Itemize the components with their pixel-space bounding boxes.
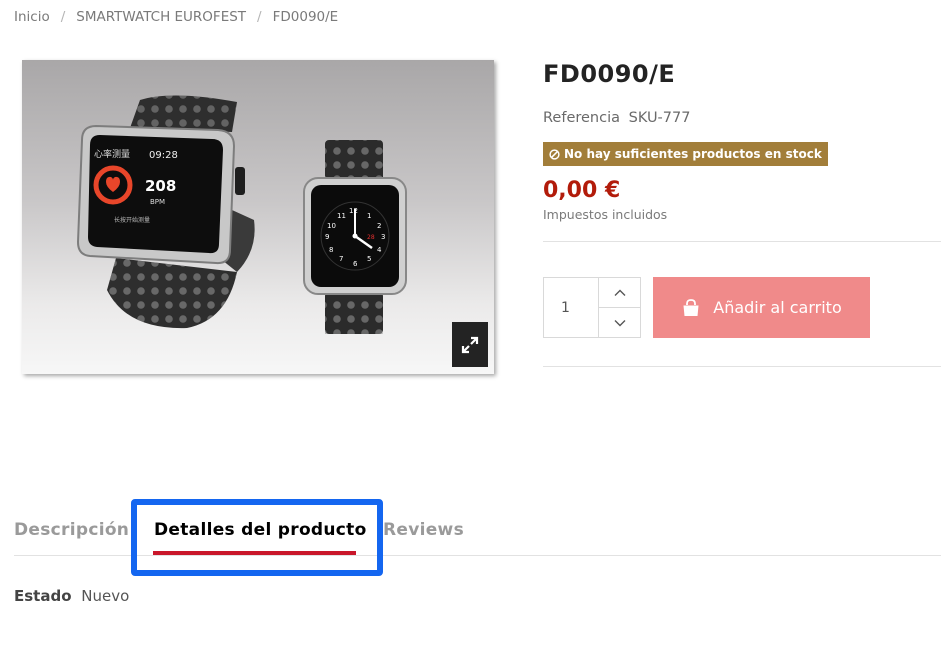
svg-text:09:28: 09:28: [149, 150, 178, 161]
breadcrumb-separator: /: [60, 9, 66, 25]
svg-text:3: 3: [381, 233, 385, 241]
quantity-stepper: [543, 277, 641, 338]
reference-value: SKU-777: [628, 110, 691, 126]
svg-text:10: 10: [327, 222, 336, 230]
quantity-spin-buttons: [599, 278, 640, 337]
svg-text:208: 208: [145, 177, 176, 195]
reference-label: Referencia: [543, 110, 621, 126]
svg-text:BPM: BPM: [150, 198, 165, 206]
product-title: FD0090/E: [543, 60, 676, 88]
breadcrumb: Inicio / SMARTWATCH EUROFEST / FD0090/E: [14, 9, 338, 25]
svg-text:6: 6: [353, 260, 358, 268]
divider: [543, 241, 941, 242]
tab-highlight-box: [131, 499, 383, 576]
svg-text:1: 1: [367, 212, 371, 220]
svg-text:11: 11: [337, 212, 346, 220]
product-image[interactable]: 心率测量 09:28 208 BPM 长按开始测量 12 1 2 3 4 5 6…: [22, 60, 494, 374]
shopping-bag-icon: [683, 298, 699, 316]
product-condition: Estado Nuevo: [14, 587, 129, 605]
chevron-down-icon: [614, 319, 625, 326]
product-reference: Referencia SKU-777: [543, 110, 690, 126]
chevron-up-icon: [614, 289, 625, 296]
product-price: 0,00 €: [543, 178, 621, 203]
breadcrumb-current[interactable]: FD0090/E: [273, 9, 339, 25]
tab-reviews[interactable]: Reviews: [383, 520, 464, 540]
svg-text:5: 5: [367, 255, 371, 263]
condition-label: Estado: [14, 587, 72, 605]
svg-text:2: 2: [377, 222, 381, 230]
svg-text:12: 12: [349, 207, 358, 215]
svg-text:7: 7: [339, 255, 343, 263]
stock-status-badge: No hay suficientes productos en stock: [543, 142, 828, 166]
svg-text:9: 9: [325, 233, 329, 241]
svg-text:4: 4: [377, 246, 382, 254]
expand-icon: [461, 336, 479, 353]
breadcrumb-home[interactable]: Inicio: [14, 9, 50, 25]
stock-message: No hay suficientes productos en stock: [564, 147, 822, 161]
divider: [543, 366, 941, 367]
quantity-increase-button[interactable]: [599, 278, 640, 307]
ban-icon: [549, 148, 560, 160]
smartwatch-illustration: 心率测量 09:28 208 BPM 长按开始测量 12 1 2 3 4 5 6…: [76, 95, 407, 334]
breadcrumb-category[interactable]: SMARTWATCH EUROFEST: [76, 9, 246, 25]
svg-text:8: 8: [329, 246, 333, 254]
expand-image-button[interactable]: [452, 322, 488, 367]
left-watch-crown: [235, 167, 245, 195]
tab-description[interactable]: Descripción: [14, 520, 129, 540]
tax-note: Impuestos incluidos: [543, 207, 668, 222]
condition-value: Nuevo: [81, 587, 130, 605]
add-to-cart-button[interactable]: Añadir al carrito: [653, 277, 870, 338]
breadcrumb-separator: /: [257, 9, 262, 25]
quantity-decrease-button[interactable]: [599, 307, 640, 337]
quantity-input[interactable]: [544, 278, 599, 337]
svg-text:28: 28: [367, 234, 375, 241]
svg-text:长按开始测量: 长按开始测量: [114, 216, 150, 224]
svg-text:心率测量: 心率测量: [94, 148, 130, 160]
add-to-cart-label: Añadir al carrito: [713, 298, 842, 317]
